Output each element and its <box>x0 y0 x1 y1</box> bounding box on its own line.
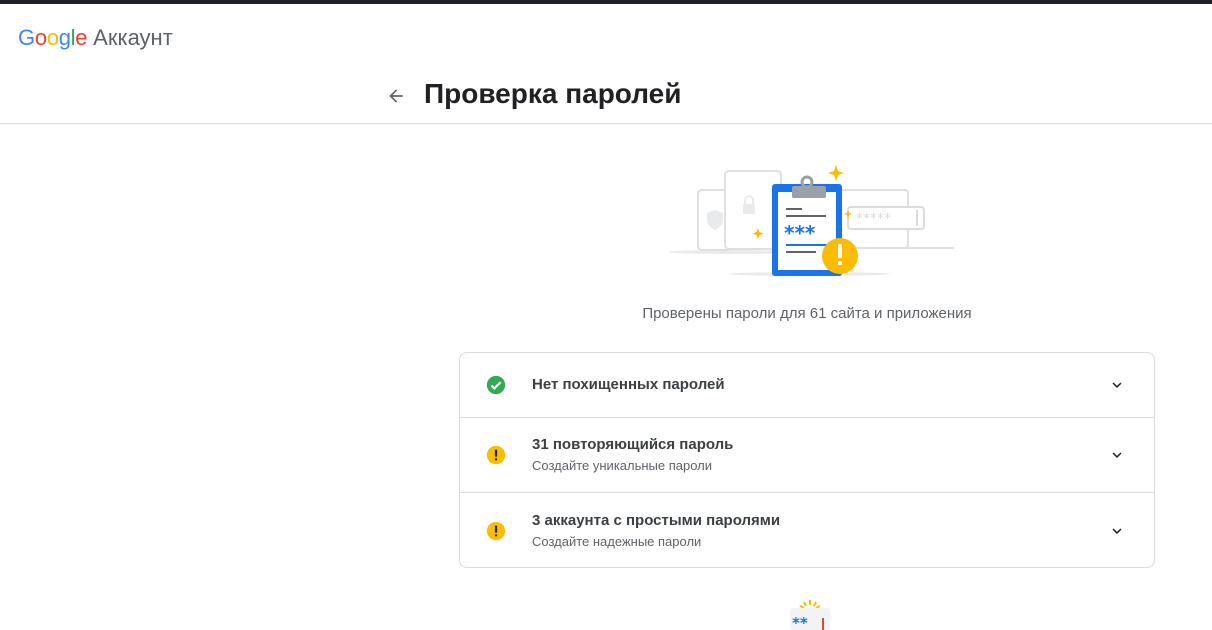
check-title: 3 аккаунта с простыми паролями <box>532 511 781 529</box>
checkup-results-card: Нет похищенных паролей 31 повторяющийся … <box>459 352 1155 568</box>
page-title: Проверка паролей <box>424 78 682 109</box>
check-row-text: 31 повторяющийся пароль Создайте уникаль… <box>532 435 733 475</box>
svg-text:*****: ***** <box>856 211 891 227</box>
check-subtitle: Создайте надежные пароли <box>532 533 702 549</box>
password-manager-illustration: ** <box>786 598 834 630</box>
warning-circle-icon <box>486 521 506 540</box>
arrow-back-icon <box>389 89 403 103</box>
product-name: Аккаунт <box>93 25 173 50</box>
check-circle-icon <box>486 375 506 395</box>
warning-circle-icon <box>486 445 506 465</box>
page-header: Проверка паролей <box>0 68 1212 124</box>
password-checkup-illustration: ***** *** <box>660 160 960 280</box>
check-subtitle: Создайте уникальные пароли <box>532 458 713 473</box>
chevron-down-icon[interactable] <box>1108 522 1126 540</box>
chevron-down-icon[interactable] <box>1108 446 1126 464</box>
back-button[interactable] <box>380 80 412 112</box>
chevron-down-icon[interactable] <box>1108 376 1126 394</box>
app-header: Google Аккаунт <box>0 4 1212 68</box>
google-account-logo[interactable]: Google Аккаунт <box>18 25 173 53</box>
google-logo: Google <box>18 25 88 50</box>
check-row-text: Нет похищенных паролей <box>532 375 725 395</box>
checked-passwords-summary: Проверены пароли для 61 сайта и приложен… <box>642 305 972 322</box>
check-row-weak[interactable]: 3 аккаунта с простыми паролями Создайте … <box>460 493 1154 567</box>
svg-text:**: ** <box>792 614 808 630</box>
check-row-text: 3 аккаунта с простыми паролями Создайте … <box>532 511 780 551</box>
svg-text:***: *** <box>784 221 816 245</box>
check-title: Нет похищенных паролей <box>532 376 725 393</box>
check-title: 31 повторяющийся пароль <box>532 436 734 453</box>
check-row-reused[interactable]: 31 повторяющийся пароль Создайте уникаль… <box>460 418 1154 493</box>
check-row-compromised[interactable]: Нет похищенных паролей <box>460 353 1154 418</box>
